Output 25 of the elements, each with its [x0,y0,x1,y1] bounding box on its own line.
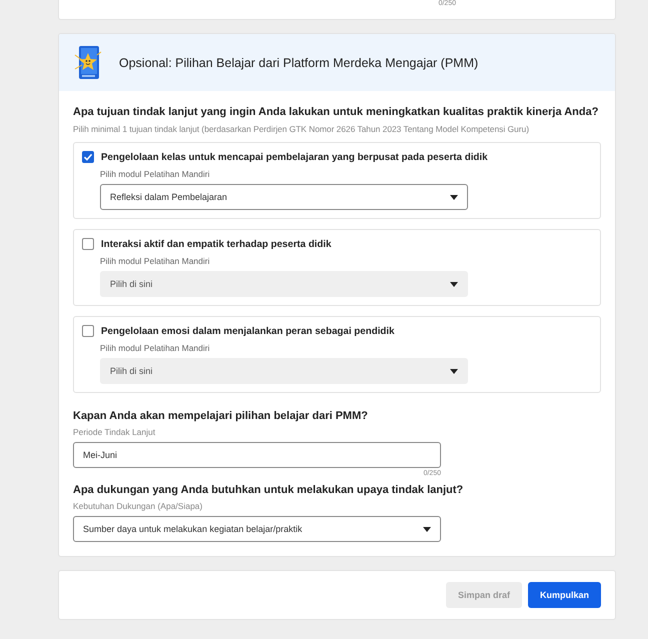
checkbox[interactable] [82,325,94,337]
field-label: Periode Tindak Lanjut [73,427,156,437]
caret-icon [450,282,458,286]
caret-icon [423,526,431,532]
field-label: Kebutuhan Dukungan (Apa/Siapa) [73,501,204,511]
field-label: Pilih modul Pelatihan Mandiri [100,343,211,353]
field-label: Pilih modul Pelatihan Mandiri [100,169,211,179]
checkbox[interactable] [82,238,94,250]
question-text: Apa tujuan tindak lanjut yang ingin Anda lakukan untuk meningkatkan kualitas praktik kinerja Anda? [73,105,600,119]
caret-icon [450,194,458,200]
action-button[interactable]: Kumpulkan [528,582,601,608]
question-text: Apa dukungan yang Anda butuhkan untuk melakukan upaya tindak lanjut? [73,483,464,497]
support-dropdown[interactable]: Sumber daya untuk melakukan kegiatan belajar/praktik [73,516,441,542]
section-title: Opsional: Pilihan Belajar dari Platform Merdeka Mengajar (PMM) [119,56,478,70]
module-dropdown[interactable]: Refleksi dalam Pembelajaran [100,184,468,210]
tablet-star-icon [73,44,103,80]
caret-icon [450,368,458,374]
field-label: Pilih modul Pelatihan Mandiri [100,256,211,266]
checkbox[interactable] [82,151,94,163]
period-input-field[interactable]: Mei-Juni [73,442,441,468]
option-label: Pengelolaan kelas untuk mencapai pembelajaran yang berpusat pada peserta didik [101,152,488,162]
question-text: Kapan Anda akan mempelajari pilihan belajar dari PMM? [73,409,369,423]
option-label: Interaksi aktif dan empatik terhadap peserta didik [101,238,332,250]
option-label: Pengelolaan emosi dalam menjalankan peran sebagai pendidik [101,326,394,336]
hint-text: Pilih minimal 1 tujuan tindak lanjut (berdasarkan Perdirjen GTK Nomor 2626 Tahun 2023 Tentang Model Kompetensi Guru) [73,124,530,134]
